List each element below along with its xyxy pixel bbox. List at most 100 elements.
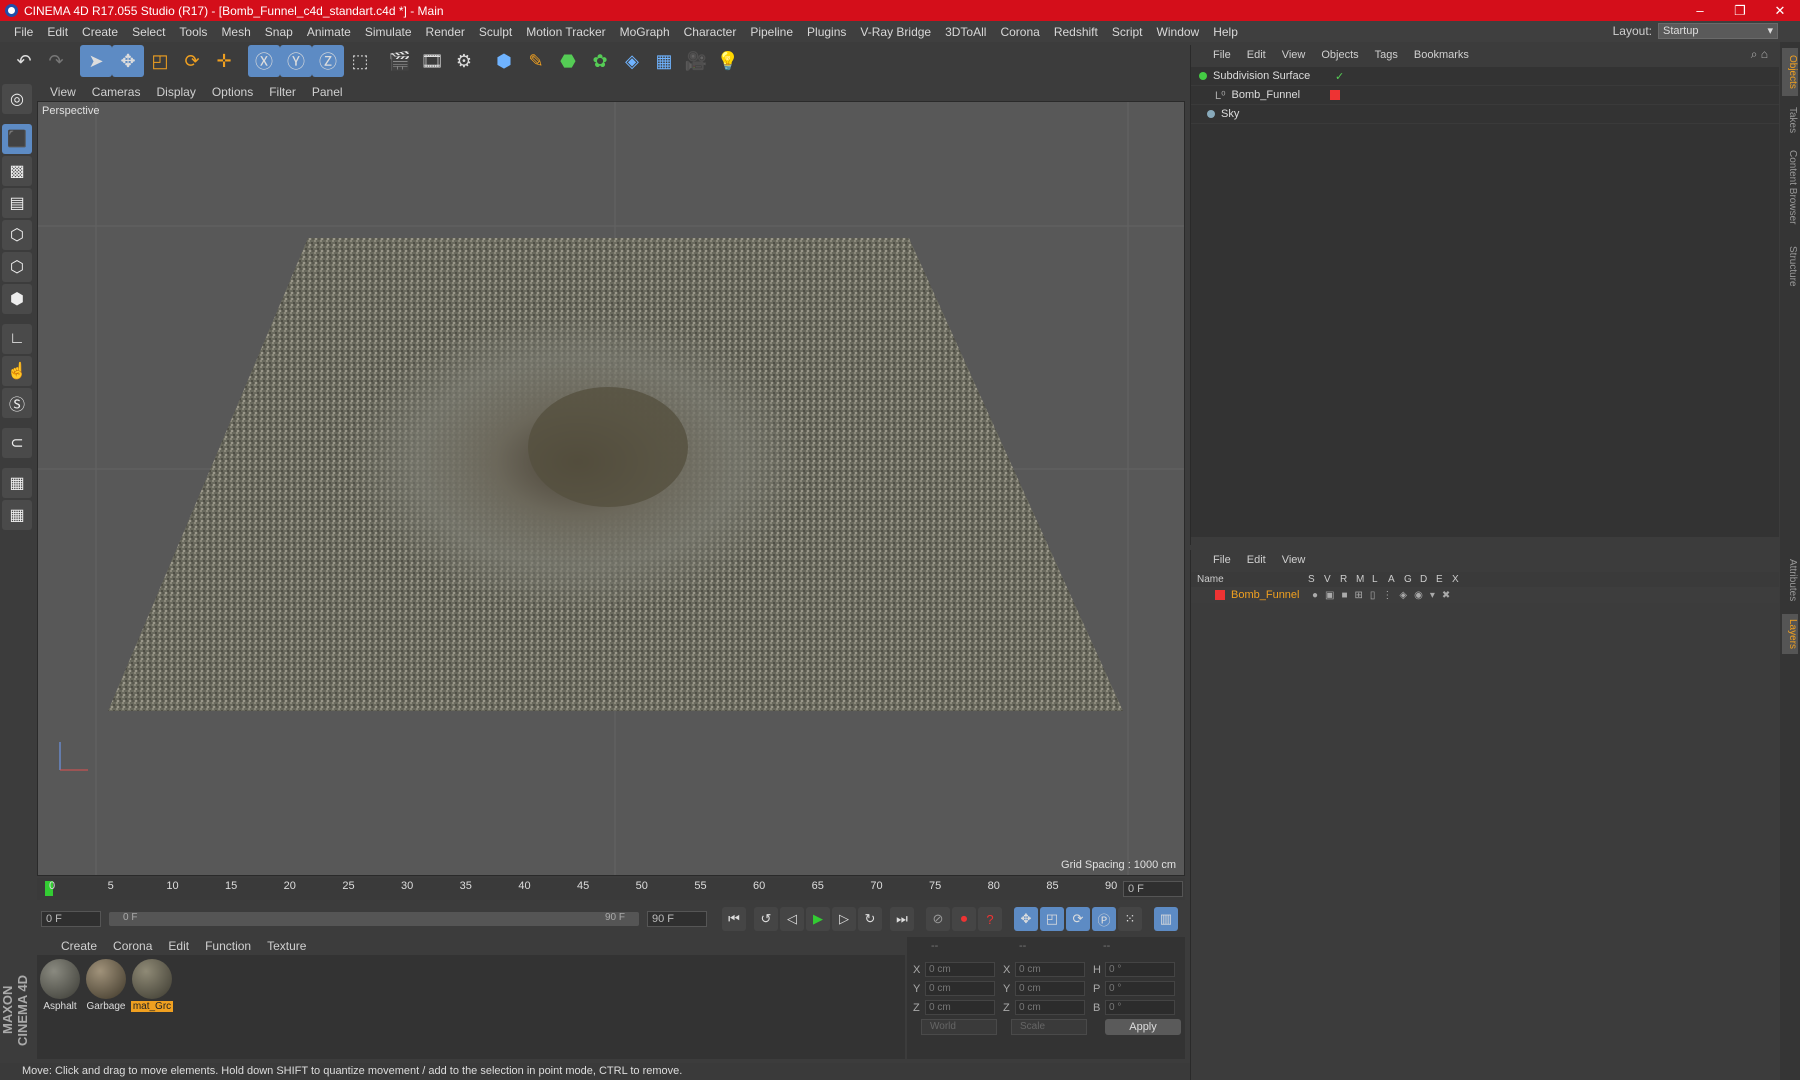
menu-render[interactable]: Render [419,25,472,39]
viewport-menu-display[interactable]: Display [148,85,203,99]
deformer-icon[interactable]: ◈ [616,45,648,77]
viewport-menu-panel[interactable]: Panel [304,85,351,99]
layer-row-bomb-funnel[interactable]: Bomb_Funnel ●▣■⊞▯⋮◈◉▾✖ [1191,587,1779,603]
z-axis-lock-icon[interactable]: Ⓩ [312,45,344,77]
material-mat-grc[interactable]: mat_Grc [131,959,173,1012]
objects-menu-bookmarks[interactable]: Bookmarks [1406,49,1477,61]
objects-menu-file[interactable]: File [1205,49,1239,61]
layer-color-swatch[interactable] [1215,590,1225,600]
menu-plugins[interactable]: Plugins [800,25,853,39]
y-axis-lock-icon[interactable]: Ⓨ [280,45,312,77]
workplane-mode-icon[interactable]: ▤ [2,188,32,218]
viewport-menu-cameras[interactable]: Cameras [84,85,149,99]
polygons-mode-icon[interactable]: ⬢ [2,284,32,314]
menu-sculpt[interactable]: Sculpt [472,25,519,39]
quantize-icon[interactable]: ▦ [2,500,32,530]
objects-menu-edit[interactable]: Edit [1239,49,1274,61]
material-menu-edit[interactable]: Edit [160,939,197,953]
layers-menu-edit[interactable]: Edit [1239,554,1274,566]
key-scale-icon[interactable]: ◰ [1040,907,1064,931]
x-axis-lock-icon[interactable]: Ⓧ [248,45,280,77]
layout-dropdown[interactable]: Startup [1658,23,1778,39]
tweak-mode-icon[interactable]: ☝ [2,356,32,386]
position-x-field[interactable]: 0 cm [925,962,995,977]
menu-tools[interactable]: Tools [172,25,214,39]
pen-spline-icon[interactable]: ✎ [520,45,552,77]
menu-vray-bridge[interactable]: V-Ray Bridge [853,25,938,39]
object-row-subdivision-surface[interactable]: Subdivision Surface ✓ [1191,67,1779,86]
object-row-bomb-funnel[interactable]: L⁰ Bomb_Funnel [1191,86,1779,105]
rotation-h-field[interactable]: 0 ° [1105,962,1175,977]
points-mode-icon[interactable]: ⬡ [2,220,32,250]
material-menu-corona[interactable]: Corona [105,939,160,953]
timeline-window-icon[interactable]: ▥ [1154,907,1178,931]
menu-mesh[interactable]: Mesh [214,25,257,39]
size-y-field[interactable]: 0 cm [1015,981,1085,996]
layer-toggle-icons[interactable]: ●▣■⊞▯⋮◈◉▾✖ [1312,590,1457,601]
menu-redshift[interactable]: Redshift [1047,25,1105,39]
tab-takes[interactable]: Takes [1782,102,1798,138]
menu-corona[interactable]: Corona [993,25,1046,39]
menu-create[interactable]: Create [75,25,125,39]
menu-snap[interactable]: Snap [258,25,300,39]
objects-menu-objects[interactable]: Objects [1313,49,1366,61]
rotation-p-field[interactable]: 0 ° [1105,981,1175,996]
scale-dropdown[interactable]: Scale [1011,1019,1087,1035]
viewport-menu-options[interactable]: Options [204,85,261,99]
rotation-b-field[interactable]: 0 ° [1105,1000,1175,1015]
goto-end-icon[interactable]: ⏭ [890,907,914,931]
prev-frame-icon[interactable]: ◁ [780,907,804,931]
light-icon[interactable]: 💡 [712,45,744,77]
start-frame-field[interactable]: 0 F [41,911,101,927]
key-pla-icon[interactable]: ⁙ [1118,907,1142,931]
layers-menu-file[interactable]: File [1205,554,1239,566]
undo-icon[interactable]: ↶ [8,45,40,77]
apply-button[interactable]: Apply [1105,1019,1181,1035]
menu-script[interactable]: Script [1105,25,1150,39]
keyframe-selection-icon[interactable]: ? [978,907,1002,931]
camera-icon[interactable]: 🎥 [680,45,712,77]
snap-icon[interactable]: ⊂ [2,428,32,458]
floor-icon[interactable]: ▦ [648,45,680,77]
menu-file[interactable]: File [7,25,40,39]
menu-pipeline[interactable]: Pipeline [743,25,800,39]
size-x-field[interactable]: 0 cm [1015,962,1085,977]
key-parameter-icon[interactable]: Ⓟ [1092,907,1116,931]
menu-animate[interactable]: Animate [300,25,358,39]
next-frame-icon[interactable]: ▷ [832,907,856,931]
workplane-lock-icon[interactable]: ▦ [2,468,32,498]
menu-simulate[interactable]: Simulate [358,25,419,39]
key-position-icon[interactable]: ✥ [1014,907,1038,931]
material-menu-create[interactable]: Create [53,939,105,953]
cube-primitive-icon[interactable]: ⬢ [488,45,520,77]
viewport-menu-filter[interactable]: Filter [261,85,304,99]
menu-character[interactable]: Character [677,25,744,39]
menu-edit[interactable]: Edit [40,25,75,39]
coordinate-system-icon[interactable]: ⬚ [344,45,376,77]
tab-content-browser[interactable]: Content Browser [1782,142,1798,232]
tab-attributes[interactable]: Attributes [1782,550,1798,610]
menu-select[interactable]: Select [125,25,172,39]
solo-icon[interactable]: Ⓢ [2,388,32,418]
enabled-check-icon[interactable]: ✓ [1335,70,1344,83]
model-mode-icon[interactable]: ⬛ [2,124,32,154]
objects-menu-view[interactable]: View [1274,49,1314,61]
size-z-field[interactable]: 0 cm [1015,1000,1085,1015]
viewport-menu-view[interactable]: View [42,85,84,99]
layers-menu-view[interactable]: View [1274,554,1314,566]
menu-help[interactable]: Help [1206,25,1245,39]
position-z-field[interactable]: 0 cm [925,1000,995,1015]
scale-tool-icon[interactable]: ◰ [144,45,176,77]
material-asphalt[interactable]: Asphalt [39,959,81,1012]
frame-range-slider[interactable]: 0 F 90 F [109,912,639,926]
transform-tool-icon[interactable]: ✛ [208,45,240,77]
prev-key-icon[interactable]: ↺ [754,907,778,931]
menu-motion-tracker[interactable]: Motion Tracker [519,25,612,39]
minimize-button[interactable]: – [1680,3,1720,19]
tab-objects[interactable]: Objects [1782,48,1798,96]
cloner-icon[interactable]: ✿ [584,45,616,77]
render-view-icon[interactable]: 🎬 [384,45,416,77]
current-frame-field[interactable]: 0 F [1123,881,1183,897]
redo-icon[interactable]: ↷ [40,45,72,77]
next-key-icon[interactable]: ↻ [858,907,882,931]
